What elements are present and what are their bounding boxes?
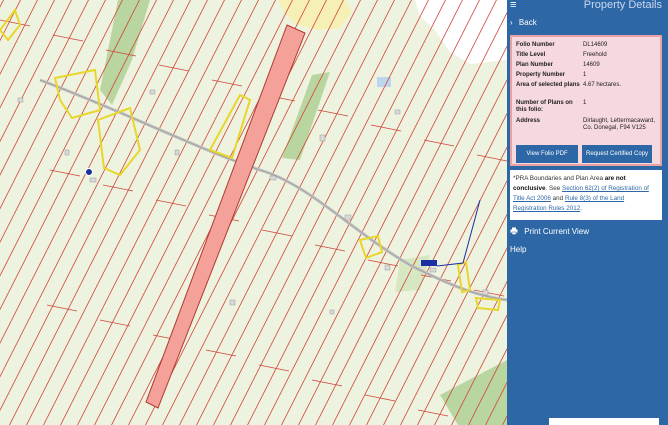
view-folio-pdf-button[interactable]: View Folio PDF: [516, 145, 578, 163]
chevron-right-icon: ›: [510, 18, 513, 27]
note-and: and: [552, 195, 564, 202]
detail-key: Number of Plans on this folio:: [516, 100, 573, 113]
disclaimer-note: *PRA Boundaries and Plan Area are not co…: [510, 170, 662, 220]
print-label: Print Current View: [524, 227, 589, 236]
help-link[interactable]: Help: [510, 245, 526, 254]
request-certified-copy-button[interactable]: Request Certified Copy: [582, 145, 652, 163]
detail-value: 1: [583, 72, 587, 78]
detail-key: Title Level: [516, 52, 546, 58]
detail-value: 14609: [583, 62, 600, 68]
back-label: Back: [518, 18, 537, 27]
detail-key: Address: [516, 118, 541, 124]
folio-details: Folio Number DL14609 Title Level Freehol…: [510, 35, 662, 166]
printer-icon: [510, 227, 518, 235]
menu-icon[interactable]: ≡: [510, 0, 516, 11]
detail-key: Property Number: [516, 72, 566, 78]
map-view[interactable]: [0, 0, 507, 425]
detail-value: Freehold: [583, 52, 607, 58]
detail-key: Area of selected plans: [516, 82, 580, 88]
property-details-panel: ≡ Property Details › Back Folio Number D…: [507, 0, 668, 425]
bottom-bar: [549, 418, 659, 425]
detail-key: Folio Number: [516, 42, 555, 48]
pin-marker[interactable]: [85, 168, 93, 176]
print-current-view-button[interactable]: Print Current View: [510, 227, 589, 236]
detail-value: 1: [583, 100, 587, 106]
detail-value: 4.67 hectares.: [583, 82, 622, 88]
map-canvas[interactable]: [0, 0, 507, 425]
panel-title: Property Details: [583, 0, 662, 11]
detail-value: DL14609: [583, 42, 608, 48]
note-suffix: .: [580, 205, 582, 212]
note-see: . See: [545, 185, 561, 192]
panel-header: ≡ Property Details: [507, 0, 668, 13]
back-button[interactable]: › Back: [510, 18, 537, 27]
detail-value: Dirlaught, Lettermacaward, Co. Donegal, …: [583, 118, 656, 131]
note-prefix: *PRA Boundaries and Plan Area: [513, 175, 603, 182]
detail-key: Plan Number: [516, 62, 554, 68]
location-marker[interactable]: [421, 260, 437, 266]
